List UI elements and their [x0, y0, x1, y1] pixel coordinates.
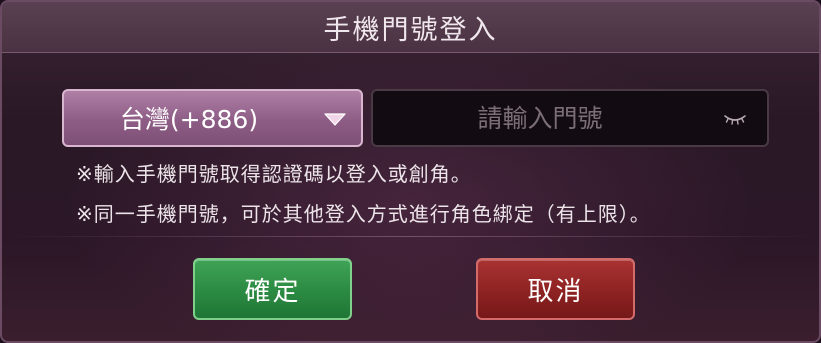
confirm-button[interactable]: 確定 — [193, 258, 352, 320]
cancel-button[interactable]: 取消 — [476, 258, 635, 320]
divider — [2, 236, 819, 237]
dialog-title-bar: 手機門號登入 — [2, 2, 819, 53]
dialog-title: 手機門號登入 — [323, 14, 498, 46]
country-code-select[interactable]: 台灣(+886) — [62, 89, 363, 147]
eye-closed-icon[interactable] — [723, 111, 747, 127]
phone-number-input[interactable] — [373, 91, 767, 145]
chevron-down-icon — [324, 113, 346, 126]
notice-text-2: ※同一手機門號，可於其他登入方式進行角色綁定（有上限）。 — [76, 202, 651, 226]
notice-text-1: ※輸入手機門號取得認證碼以登入或創角。 — [76, 162, 472, 186]
phone-number-field[interactable] — [371, 89, 769, 147]
country-code-value: 台灣(+886) — [119, 105, 259, 134]
login-dialog: 手機門號登入 台灣(+886) ※輸入手機門號取得認證碼以登入或創角。 ※同一手… — [0, 0, 821, 343]
